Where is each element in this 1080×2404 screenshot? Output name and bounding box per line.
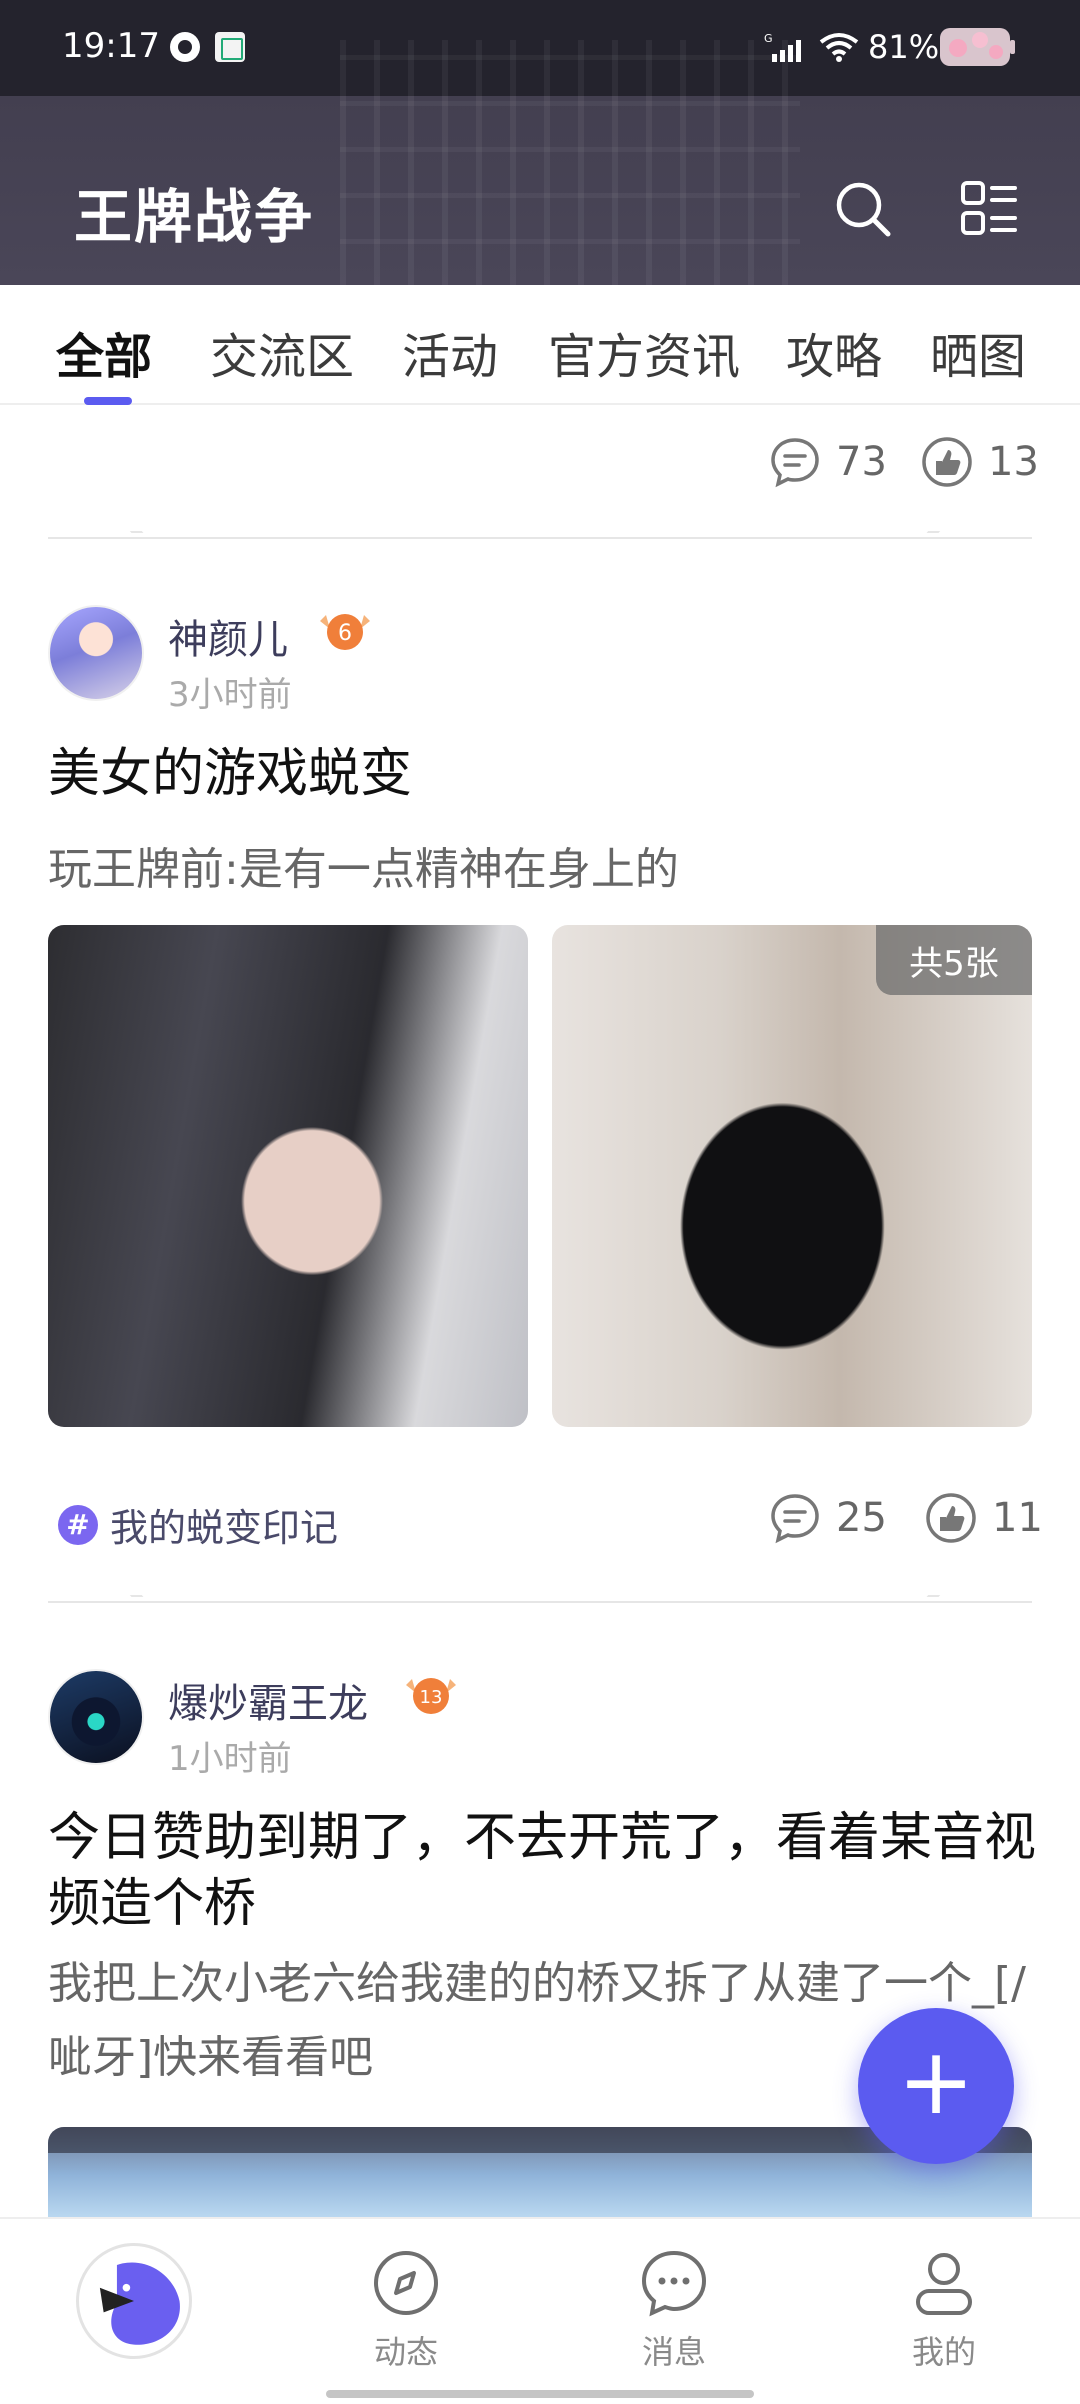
nav-messages-label: 消息 [641,2333,706,2371]
plus-icon: + [897,2028,975,2135]
category-grid-icon[interactable] [958,178,1020,240]
app-header: 王牌战争 [0,96,1080,285]
level-badge-icon: 6 [320,614,370,650]
comment-icon [771,1494,819,1544]
svg-text:G: G [764,32,773,45]
category-tabs: 全部 交流区 活动 官方资讯 攻略 晒图 [0,285,1080,405]
comment-count[interactable]: 25 [768,1491,887,1545]
sakura-battery-icon [940,28,1015,66]
thumbs-up-icon [926,1493,976,1543]
battery-level: 81% [868,28,940,66]
home-tab[interactable] [76,2243,192,2359]
person-icon [916,2253,972,2315]
level-badge-value: 6 [338,621,352,646]
photo-count-badge: 共5张 [876,925,1032,995]
post-photo[interactable] [48,925,528,1427]
like-count-value: 11 [992,1495,1043,1541]
compass-icon [374,2251,438,2315]
tab-all[interactable]: 全部 [56,317,152,387]
chat-bubble-icon [641,2250,707,2317]
like-count-value: 13 [988,439,1039,485]
tab-screenshots[interactable]: 晒图 [930,317,1026,387]
create-post-button[interactable]: + [858,2008,1014,2164]
search-icon[interactable] [832,178,894,240]
post-author[interactable]: 爆炒霸王龙 [168,1671,368,1729]
tab-official-news[interactable]: 官方资讯 [548,317,740,387]
post-title[interactable]: 今日赞助到期了，不去开荒了，看着某音视频造个桥 [48,1805,1038,1937]
topic-tag[interactable]: # 我的蜕变印记 [58,1497,338,1552]
tab-guides[interactable]: 攻略 [786,317,882,387]
like-count[interactable]: 11 [924,1491,1043,1545]
level-badge-icon: 13 [406,1678,456,1714]
tab-discussion[interactable]: 交流区 [210,317,354,387]
topic-tag-label: 我的蜕变印记 [110,1506,339,1550]
nav-feed[interactable]: 动态 [346,2245,466,2373]
app-root: 19:17 G 81% 王牌战争 全部 交流区 活动 官方资讯 攻略 晒图 73… [0,0,1080,2404]
post-photo[interactable]: 共5张 [552,925,1032,1427]
bottom-navigation: 动态 消息 我的 [0,2217,1080,2404]
post-feed[interactable]: 73 13 神颜儿 6 3小时前 美女的游戏蜕变 玩王牌前:是有一点精神在身上的… [0,405,1080,2217]
like-count[interactable]: 13 [920,435,1039,489]
nav-profile[interactable]: 我的 [884,2245,1004,2373]
nav-feed-label: 动态 [373,2333,438,2371]
header-area: 19:17 G 81% 王牌战争 [0,0,1080,285]
comment-count-value: 25 [836,1495,887,1541]
post-photo-grid: 共5张 [48,925,1032,1427]
tab-events[interactable]: 活动 [402,317,498,387]
status-time: 19:17 [62,26,160,66]
comment-count-value: 73 [836,439,887,485]
comment-count[interactable]: 73 [768,435,887,489]
hashtag-icon: # [58,1504,98,1545]
wifi-icon [819,33,859,62]
active-tab-indicator [84,397,132,405]
app-notification-icon [215,32,245,62]
avatar[interactable] [48,605,144,701]
post-author[interactable]: 神颜儿 [168,607,288,665]
page-title: 王牌战争 [74,183,315,251]
level-badge-value: 13 [420,1687,443,1708]
post-divider [48,537,1032,539]
post-time: 3小时前 [168,675,292,715]
nav-profile-label: 我的 [911,2333,976,2371]
avatar[interactable] [48,1669,144,1765]
gesture-home-indicator[interactable] [326,2390,754,2398]
nav-messages[interactable]: 消息 [614,2245,734,2373]
post-body[interactable]: 玩王牌前:是有一点精神在身上的 [48,833,1038,907]
comment-icon [771,438,819,488]
thumbs-up-icon [922,437,972,487]
post-time: 1小时前 [168,1739,292,1779]
post-title[interactable]: 美女的游戏蜕变 [48,741,1038,807]
game-logo-icon [80,2247,188,2355]
post-divider [48,1601,1032,1603]
cell-signal-icon: G [764,32,801,62]
status-bar: 19:17 G 81% [0,0,1080,96]
notification-icon [170,32,200,62]
